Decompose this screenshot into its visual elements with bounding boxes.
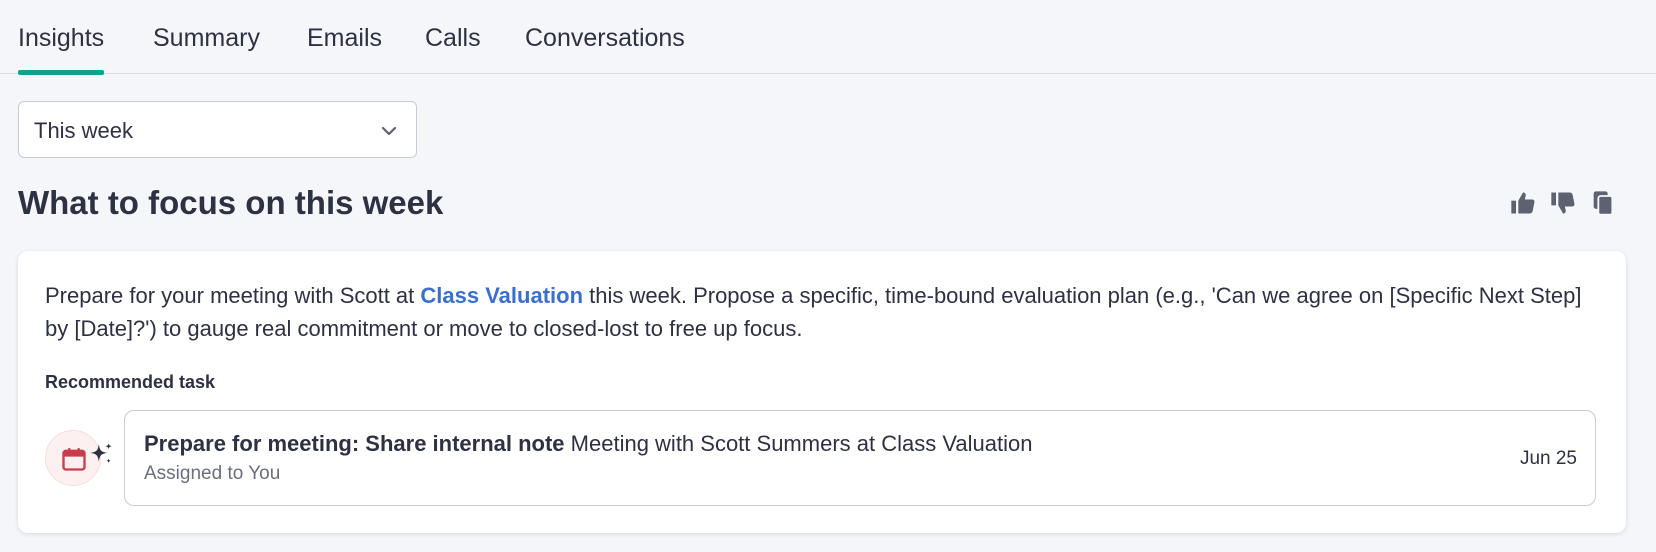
recommended-task[interactable]: Prepare for meeting: Share internal note… — [124, 410, 1596, 506]
task-title-action: Prepare for meeting: Share internal note — [144, 431, 565, 456]
calendar-icon — [62, 447, 86, 471]
period-select-value: This week — [34, 118, 134, 143]
insight-text-start: Prepare for your meeting with Scott at — [45, 283, 421, 308]
tab-conversations[interactable]: Conversations — [525, 24, 685, 74]
task-title: Prepare for meeting: Share internal note… — [144, 431, 1032, 457]
tab-insights[interactable]: Insights — [18, 24, 105, 75]
recommended-task-label: Recommended task — [45, 372, 216, 392]
task-assignee: Assigned to You — [144, 463, 281, 484]
task-title-detail: Meeting with Scott Summers at Class Valu… — [564, 431, 1033, 456]
tab-calls[interactable]: Calls — [425, 24, 481, 74]
insight-text: Prepare for your meeting with Scott at C… — [45, 279, 1605, 345]
insight-card: Prepare for your meeting with Scott at C… — [18, 251, 1626, 533]
sparkle-icon — [90, 443, 112, 464]
company-link[interactable]: Class Valuation — [420, 283, 583, 308]
thumbs-down-icon[interactable] — [1549, 189, 1577, 217]
thumbs-up-icon[interactable] — [1509, 189, 1537, 217]
section-title: What to focus on this week — [18, 184, 444, 221]
chevron-down-icon — [381, 126, 397, 136]
tab-summary[interactable]: Summary — [153, 24, 260, 74]
period-select[interactable]: This week — [18, 101, 417, 158]
insights-page: Insights Summary Emails Calls Conversati… — [0, 0, 1656, 552]
copy-icon[interactable] — [1589, 189, 1617, 217]
task-due-date: Jun 25 — [1519, 448, 1577, 469]
tab-bar: Insights Summary Emails Calls Conversati… — [0, 0, 1656, 75]
tab-emails[interactable]: Emails — [307, 24, 382, 74]
